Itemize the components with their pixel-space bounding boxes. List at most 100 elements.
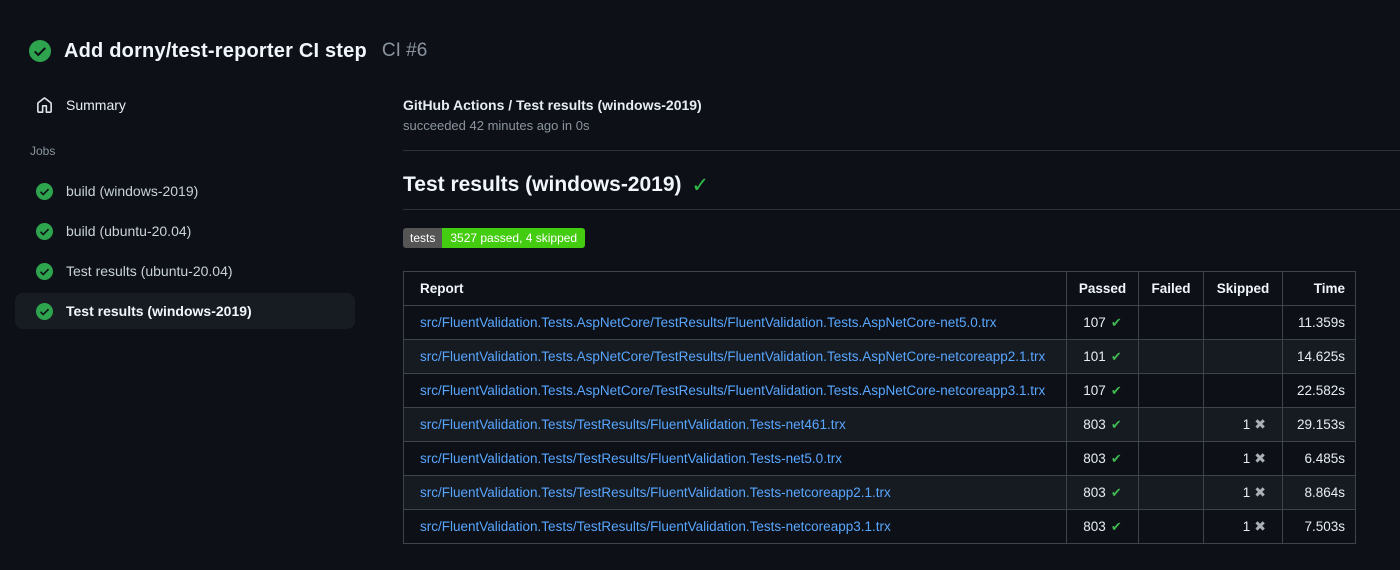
passed-cell: 803 ✔ [1066, 407, 1139, 442]
section-title: Test results (windows-2019) ✓ [403, 172, 1400, 210]
jobs-heading: Jobs [30, 144, 56, 158]
passed-cell: 107 ✔ [1066, 305, 1139, 340]
column-header-passed: Passed [1066, 271, 1139, 306]
main-content: GitHub Actions / Test results (windows-2… [390, 75, 1400, 544]
skipped-cell: 1 ✖ [1203, 475, 1283, 510]
skipped-cell [1203, 373, 1283, 408]
report-cell: src/FluentValidation.Tests/TestResults/F… [403, 407, 1067, 442]
check-icon: ✔ [1110, 348, 1122, 364]
run-title: Add dorny/test-reporter CI step [64, 39, 367, 62]
run-header: Add dorny/test-reporter CI step CI #6 [0, 0, 1400, 75]
home-icon [36, 96, 53, 114]
skipped-count: 1 [1242, 417, 1251, 432]
passed-count: 107 [1083, 382, 1106, 398]
failed-cell [1138, 305, 1204, 340]
time-cell: 22.582s [1282, 373, 1356, 408]
passed-cell: 803 ✔ [1066, 475, 1139, 510]
passed-count: 101 [1083, 348, 1106, 364]
report-cell: src/FluentValidation.Tests.AspNetCore/Te… [403, 339, 1067, 374]
report-link[interactable]: src/FluentValidation.Tests.AspNetCore/Te… [420, 315, 997, 330]
job-list: build (windows-2019) build (ubuntu-20.04)… [0, 173, 390, 329]
passed-count: 803 [1083, 450, 1106, 466]
sidebar-item-job[interactable]: Test results (windows-2019) [15, 293, 355, 329]
skipped-cell: 1 ✖ [1203, 509, 1283, 544]
report-link[interactable]: src/FluentValidation.Tests/TestResults/F… [420, 485, 891, 500]
failed-cell [1138, 373, 1204, 408]
skipped-cell [1203, 339, 1283, 374]
sidebar-item-summary[interactable]: Summary [36, 93, 390, 117]
check-run-status-line: succeeded 42 minutes ago in 0s [403, 118, 590, 133]
report-link[interactable]: src/FluentValidation.Tests.AspNetCore/Te… [420, 383, 1045, 398]
failed-cell [1138, 407, 1204, 442]
passed-cell: 803 ✔ [1066, 441, 1139, 476]
passed-cell: 803 ✔ [1066, 509, 1139, 544]
table-row: src/FluentValidation.Tests.AspNetCore/Te… [403, 305, 1356, 340]
table-header-row: Report Passed Failed Skipped Time [403, 271, 1356, 306]
section-title-text: Test results (windows-2019) [403, 172, 682, 196]
job-label: build (windows-2019) [66, 183, 199, 199]
job-label: build (ubuntu-20.04) [66, 223, 192, 239]
check-icon: ✓ [691, 174, 710, 197]
results-table-body: src/FluentValidation.Tests.AspNetCore/Te… [403, 305, 1356, 544]
report-link[interactable]: src/FluentValidation.Tests/TestResults/F… [420, 451, 842, 466]
time-cell: 11.359s [1282, 305, 1356, 340]
column-header-failed: Failed [1138, 271, 1204, 306]
failed-cell [1138, 339, 1204, 374]
x-icon: ✖ [1254, 450, 1266, 466]
table-row: src/FluentValidation.Tests.AspNetCore/Te… [403, 373, 1356, 408]
failed-cell [1138, 475, 1204, 510]
table-row: src/FluentValidation.Tests/TestResults/F… [403, 441, 1356, 476]
failed-cell [1138, 441, 1204, 476]
check-icon: ✔ [1110, 314, 1122, 330]
column-header-time: Time [1282, 271, 1356, 306]
report-cell: src/FluentValidation.Tests/TestResults/F… [403, 475, 1067, 510]
table-row: src/FluentValidation.Tests/TestResults/F… [403, 407, 1356, 442]
check-circle-icon [36, 262, 53, 280]
column-header-skipped: Skipped [1203, 271, 1283, 306]
check-icon: ✔ [1110, 484, 1122, 500]
table-row: src/FluentValidation.Tests.AspNetCore/Te… [403, 339, 1356, 374]
skipped-cell: 1 ✖ [1203, 407, 1283, 442]
time-cell: 29.153s [1282, 407, 1356, 442]
time-cell: 7.503s [1282, 509, 1356, 544]
report-link[interactable]: src/FluentValidation.Tests.AspNetCore/Te… [420, 349, 1045, 364]
check-icon: ✔ [1110, 518, 1122, 534]
sidebar-item-job[interactable]: build (windows-2019) [15, 173, 355, 209]
time-cell: 6.485s [1282, 441, 1356, 476]
passed-count: 803 [1083, 518, 1106, 534]
skipped-cell: 1 ✖ [1203, 441, 1283, 476]
header-divider [403, 150, 1400, 151]
x-icon: ✖ [1254, 484, 1266, 500]
check-circle-icon [29, 40, 51, 62]
job-label: Test results (windows-2019) [66, 303, 252, 319]
tests-badge[interactable]: tests 3527 passed, 4 skipped [403, 228, 586, 248]
sidebar-item-job[interactable]: build (ubuntu-20.04) [15, 213, 355, 249]
report-link[interactable]: src/FluentValidation.Tests/TestResults/F… [420, 417, 846, 432]
check-circle-icon [36, 302, 53, 320]
passed-cell: 101 ✔ [1066, 339, 1139, 374]
check-icon: ✔ [1110, 450, 1122, 466]
jobs-sidebar: Summary Jobs build (windows-2019) build (… [0, 75, 390, 333]
skipped-count: 1 [1242, 451, 1251, 466]
check-icon: ✔ [1110, 382, 1122, 398]
check-circle-icon [36, 182, 53, 200]
report-cell: src/FluentValidation.Tests.AspNetCore/Te… [403, 373, 1067, 408]
report-cell: src/FluentValidation.Tests/TestResults/F… [403, 509, 1067, 544]
report-cell: src/FluentValidation.Tests/TestResults/F… [403, 441, 1067, 476]
column-header-report: Report [403, 271, 1067, 306]
failed-cell [1138, 509, 1204, 544]
skipped-cell [1203, 305, 1283, 340]
report-link[interactable]: src/FluentValidation.Tests/TestResults/F… [420, 519, 891, 534]
x-icon: ✖ [1254, 518, 1266, 534]
passed-count: 803 [1083, 484, 1106, 500]
job-label: Test results (ubuntu-20.04) [66, 263, 233, 279]
time-cell: 14.625s [1282, 339, 1356, 374]
table-row: src/FluentValidation.Tests/TestResults/F… [403, 475, 1356, 510]
run-number: CI #6 [381, 40, 428, 61]
check-run-title: GitHub Actions / Test results (windows-2… [403, 97, 702, 113]
check-circle-icon [36, 222, 53, 240]
passed-cell: 107 ✔ [1066, 373, 1139, 408]
passed-count: 803 [1083, 416, 1106, 432]
tests-badge-value: 3527 passed, 4 skipped [442, 228, 586, 248]
sidebar-item-job[interactable]: Test results (ubuntu-20.04) [15, 253, 355, 289]
